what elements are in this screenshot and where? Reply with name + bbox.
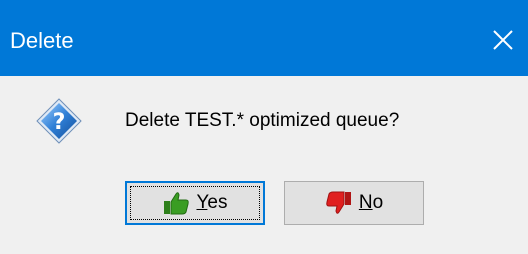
yes-button[interactable]: Yes	[125, 181, 265, 225]
thumbs-down-icon	[326, 191, 351, 214]
window-title: Delete	[10, 28, 74, 53]
question-icon: ?	[36, 98, 82, 144]
svg-text:?: ?	[53, 110, 66, 135]
delete-dialog: Delete ? Delete TEST.* optimized queue?	[0, 0, 528, 254]
close-button[interactable]	[478, 18, 528, 62]
confirmation-message: Delete TEST.* optimized queue?	[125, 110, 400, 131]
focus-indicator	[130, 186, 260, 220]
title-bar[interactable]: Delete	[0, 0, 528, 76]
dialog-body: ? Delete TEST.* optimized queue? Yes No	[0, 76, 528, 254]
no-button[interactable]: No	[284, 181, 424, 225]
close-icon	[493, 30, 513, 50]
no-button-label: No	[358, 192, 384, 213]
